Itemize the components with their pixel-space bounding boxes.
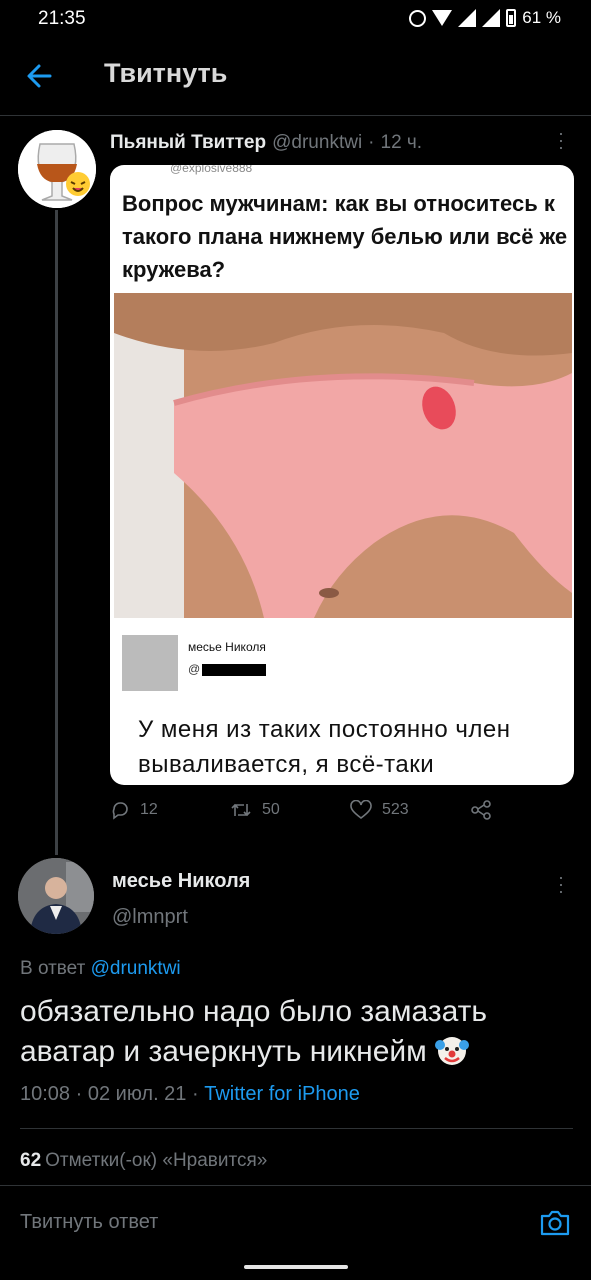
clipped-handle: @explosive888: [170, 165, 253, 175]
reply-count: 12: [140, 801, 158, 818]
photo: [114, 293, 572, 618]
likes-count: 62: [20, 1150, 42, 1171]
wifi-icon: [432, 10, 453, 26]
author-name[interactable]: Пьяный Твиттер: [110, 132, 266, 154]
avatar[interactable]: [18, 858, 94, 934]
embedded-reply-handle: @: [188, 662, 201, 676]
tweet-metadata: 10:08 · 02 июл. 21 · Twitter for iPhone: [20, 1083, 360, 1106]
redaction-bar: [202, 664, 266, 676]
brandy-glass-avatar-icon: [18, 130, 96, 208]
top-bar: Твитнуть: [0, 36, 591, 116]
reply-icon: [112, 802, 128, 820]
avatar[interactable]: [18, 130, 96, 208]
likes-label: Отметки(-ок) «Нравится»: [45, 1150, 268, 1171]
status-bar: 21:35 61 %: [0, 0, 591, 36]
tweet-time: 10:08: [20, 1083, 71, 1105]
separator: ·: [75, 1083, 83, 1105]
battery-level: 61 %: [522, 8, 561, 27]
page-title: Твитнуть: [104, 58, 228, 88]
separator: ·: [368, 132, 375, 153]
clown-face-icon: [435, 1037, 470, 1065]
replying-to: В ответ @drunktwi: [20, 958, 181, 980]
divider: [20, 1128, 573, 1129]
tweet-time: 12 ч.: [380, 132, 423, 153]
quoted-tweet-header: Пьяный Твиттер @drunktwi · 12 ч.: [110, 132, 422, 154]
author-name[interactable]: месье Николя: [112, 870, 250, 893]
replying-prefix: В ответ: [20, 958, 86, 979]
embedded-reply-name: месье Николя: [188, 640, 266, 654]
like-button[interactable]: 523: [350, 800, 409, 820]
tweet-body: обязательно надо было замазать аватар и …: [20, 995, 487, 1068]
tweet-text: обязательно надо было замазать аватар и …: [20, 992, 570, 1072]
arrow-left-icon: [27, 64, 52, 88]
retweet-icon: [231, 803, 251, 817]
pixelated-avatar: [122, 635, 178, 691]
retweet-count: 50: [262, 801, 280, 818]
signal-icon: [458, 9, 477, 27]
back-button[interactable]: [22, 58, 58, 94]
tweet-source-link[interactable]: Twitter for iPhone: [204, 1083, 360, 1105]
status-icons: 61 %: [409, 8, 561, 28]
author-handle[interactable]: @drunktwi: [272, 132, 362, 154]
embedded-reply: месье Николя @ У меня из таких постоянно…: [110, 620, 574, 785]
battery-icon: [506, 9, 517, 27]
embedded-reply-text: У меня из таких постоянно член вываливае…: [138, 716, 511, 778]
thread-line: [55, 210, 58, 855]
heart-icon: [350, 800, 372, 820]
man-in-suit-avatar-icon: [18, 858, 94, 934]
like-count: 523: [382, 801, 409, 818]
separator: ·: [192, 1083, 199, 1105]
image-question-text: Вопрос мужчинам: как вы относитесь к так…: [122, 191, 568, 282]
tweet-actions: 12 50 523: [110, 800, 530, 828]
share-button[interactable]: [470, 800, 492, 820]
home-indicator[interactable]: [244, 1265, 348, 1269]
tweet-date: 02 июл. 21: [87, 1083, 187, 1105]
status-time: 21:35: [38, 8, 86, 29]
more-options-icon[interactable]: · · ·: [556, 124, 566, 156]
likes-summary[interactable]: 62 Отметки(-ок) «Нравится»: [20, 1150, 267, 1172]
tweet-image[interactable]: @explosive888 Вопрос мужчинам: как вы от…: [110, 165, 574, 785]
author-handle[interactable]: @lmnprt: [112, 906, 188, 929]
reply-input[interactable]: Твитнуть ответ: [20, 1211, 158, 1234]
retweet-button[interactable]: 50: [230, 800, 280, 820]
mention-link[interactable]: @drunktwi: [91, 958, 181, 979]
more-options-icon[interactable]: · · ·: [556, 868, 566, 900]
share-icon: [471, 800, 491, 820]
reply-button[interactable]: 12: [110, 800, 158, 820]
signal-2-icon: [482, 9, 501, 27]
alarm-icon: [409, 9, 427, 27]
camera-button[interactable]: [538, 1206, 572, 1240]
camera-icon: [540, 1210, 570, 1236]
